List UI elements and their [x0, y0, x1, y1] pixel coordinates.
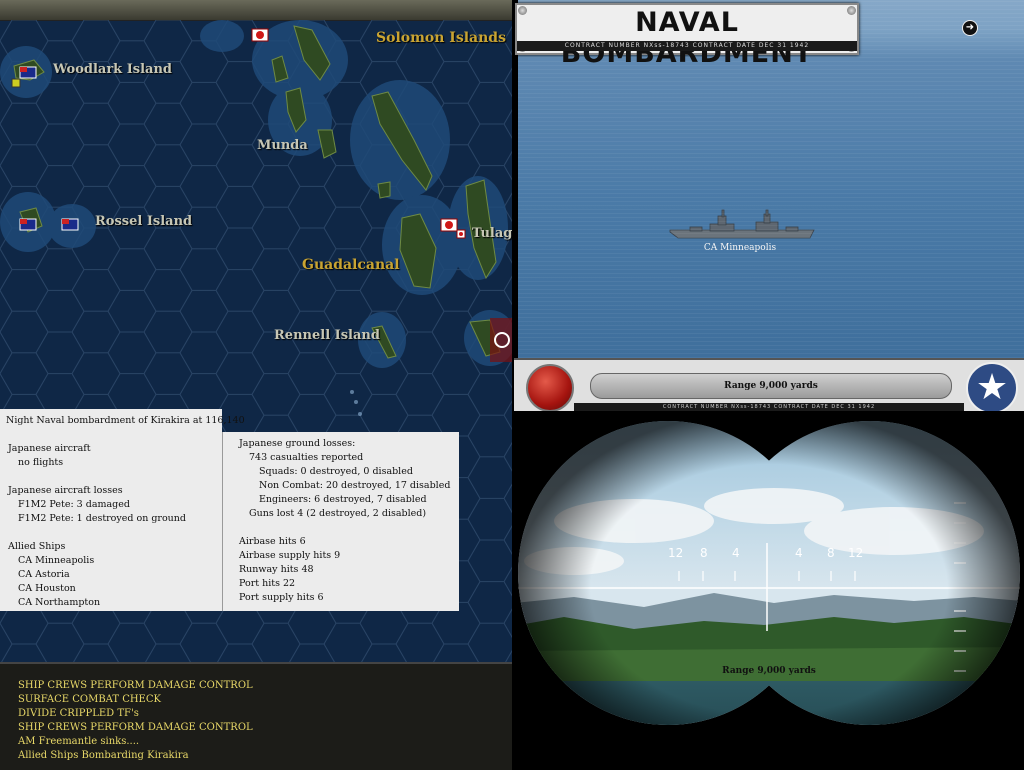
label-tulagi: Tulagi [472, 226, 512, 241]
bombardment-target-marker [490, 318, 512, 362]
allied-ship-item: CA Astoria [18, 569, 70, 580]
allied-ships-header: Allied Ships [8, 541, 66, 552]
squads-line: Squads: 0 destroyed, 0 disabled [259, 466, 413, 477]
jp-aircraft-header: Japanese aircraft [8, 443, 91, 454]
log-line: DIVIDE CRIPPLED TF's [18, 708, 139, 719]
engineers-line: Engineers: 6 destroyed, 7 disabled [259, 494, 427, 505]
report-title: Night Naval bombardment of Kirakira at 1… [6, 415, 245, 426]
label-rossel-island: Rossel Island [95, 214, 193, 229]
ground-losses-header: Japanese ground losses: [239, 438, 356, 449]
casualties-line: 743 casualties reported [249, 452, 364, 463]
hits-item: Port hits 22 [239, 578, 296, 589]
log-line: Allied Ships Bombarding Kirakira [18, 750, 189, 761]
reticle-label: 8 [827, 546, 835, 560]
log-line: SURFACE COMBAT CHECK [18, 694, 161, 705]
jp-loss-item: F1M2 Pete: 1 destroyed on ground [18, 513, 187, 524]
label-woodlark-island: Woodlark Island [53, 62, 173, 77]
log-line: AM Freemantle sinks.... [18, 736, 140, 747]
allied-ship-item: CA Houston [18, 583, 76, 594]
reticle-label: 12 [848, 546, 864, 560]
red-fire-button[interactable] [526, 364, 574, 412]
label-munda: Munda [257, 138, 308, 153]
contract-strip: CONTRACT NUMBER NXss-18743 CONTRACT DATE… [517, 41, 857, 51]
combat-title: NAVAL BOMBARDMENT [560, 7, 814, 69]
label-solomon-islands: Solomon Islands [376, 30, 506, 46]
hits-item: Runway hits 48 [239, 564, 314, 575]
range-readout: Range 9,000 yards [590, 373, 952, 399]
ship-label: CA Minneapolis [703, 243, 777, 253]
reticle-label: 8 [700, 546, 708, 560]
binocular-scene [514, 411, 1024, 768]
range-bar: Range 9,000 yards CONTRACT NUMBER NXss-1… [514, 358, 1024, 414]
reticle-label: 4 [732, 546, 740, 560]
contract-strip-lower: CONTRACT NUMBER NXss-18743 CONTRACT DATE… [574, 403, 964, 411]
binocular-view: 12 8 4 4 8 12 Range 9,000 yards [514, 411, 1024, 768]
jp-aircraft-value: no flights [18, 457, 64, 468]
label-rennell-island: Rennell Island [274, 328, 380, 343]
hits-item: Airbase supply hits 9 [239, 550, 341, 561]
reticle-label: 4 [795, 546, 803, 560]
allied-ship-item: CA Minneapolis [18, 555, 95, 566]
log-line: SHIP CREWS PERFORM DAMAGE CONTROL [18, 722, 253, 733]
exit-arrow-icon[interactable]: ➜ [962, 20, 978, 36]
combat-report-left: Night Naval bombardment of Kirakira at 1… [0, 409, 245, 611]
label-guadalcanal: Guadalcanal [302, 257, 400, 273]
jp-losses-header: Japanese aircraft losses [8, 485, 123, 496]
message-log: SHIP CREWS PERFORM DAMAGE CONTROL SURFAC… [0, 662, 512, 770]
hits-item: Airbase hits 6 [239, 536, 306, 547]
naval-bombardment-plate: NAVAL BOMBARDMENT CONTRACT NUMBER NXss-1… [515, 3, 859, 69]
log-line: SHIP CREWS PERFORM DAMAGE CONTROL [18, 680, 253, 691]
combat-report-right: Japanese ground losses: 743 casualties r… [222, 432, 459, 611]
allied-ship-item: CA Northampton [18, 597, 101, 608]
guns-lost-line: Guns lost 4 (2 destroyed, 2 disabled) [249, 508, 427, 519]
hits-item: Port supply hits 6 [239, 592, 324, 603]
us-star-icon: ★ [966, 362, 1018, 414]
binocular-range-text: Range 9,000 yards [722, 666, 816, 676]
reticle-label: 12 [668, 546, 684, 560]
noncombat-line: Non Combat: 20 destroyed, 17 disabled [259, 480, 451, 491]
jp-loss-item: F1M2 Pete: 3 damaged [18, 499, 130, 510]
